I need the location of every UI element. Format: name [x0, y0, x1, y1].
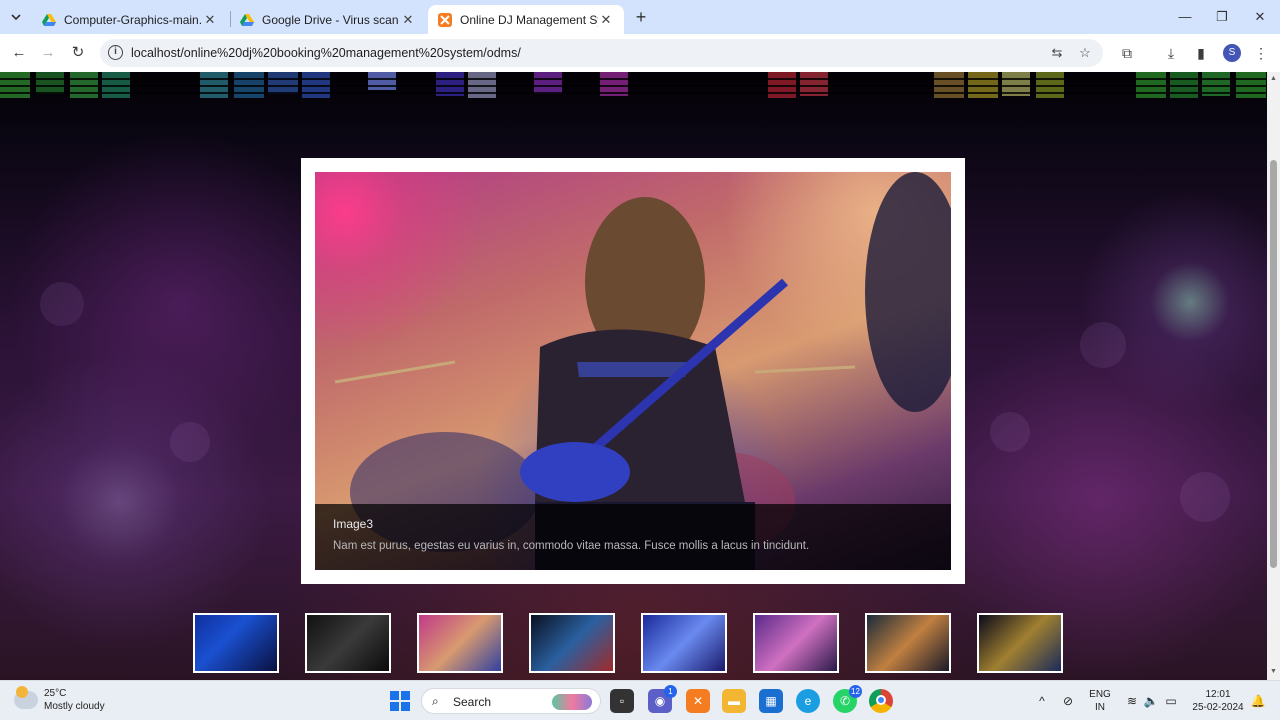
search-icon: ⌕ [432, 694, 439, 708]
download-icon[interactable]: ⤓ [1160, 42, 1182, 64]
clock[interactable]: 12:01 25-02-2024 [1188, 688, 1248, 714]
clock-time: 12:01 [1205, 689, 1231, 700]
clock-date: 25-02-2024 [1192, 702, 1244, 713]
task-view-icon[interactable]: ▫ [610, 689, 634, 713]
translate-icon[interactable]: ⇆ [1048, 44, 1066, 62]
restore-button[interactable]: ❐ [1207, 6, 1237, 28]
whatsapp-icon[interactable]: ✆ 12 [833, 685, 862, 713]
bokeh-light [170, 422, 210, 462]
thumbnail-1[interactable] [193, 613, 279, 673]
slide-caption: Image3 Nam est purus, egestas eu varius … [315, 504, 951, 570]
caption-title: Image3 [333, 517, 374, 531]
search-highlight-icon [552, 694, 592, 710]
cloudy-weather-icon [14, 686, 38, 709]
xampp-icon [438, 12, 452, 27]
browser-toolbar: ← → ↻ i localhost/online%20dj%20booking%… [0, 34, 1280, 72]
language-indicator[interactable]: ENG IN [1088, 688, 1112, 714]
thumbnail-8[interactable] [977, 613, 1063, 673]
taskbar-search[interactable]: ⌕ Search [421, 688, 601, 714]
language-code: ENG [1089, 689, 1111, 700]
thumbnail-4[interactable] [529, 613, 615, 673]
browser-tab-bar: Computer-Graphics-main.zip - G ✕ Google … [0, 0, 1280, 34]
thumbnail-6[interactable] [753, 613, 839, 673]
start-button[interactable] [388, 689, 412, 713]
microsoft-store-icon[interactable]: ▦ [759, 689, 783, 713]
volume-icon[interactable]: 🔈 [1143, 693, 1159, 709]
tab-title: Online DJ Management System [460, 12, 598, 27]
windows-logo-icon [390, 691, 410, 711]
google-drive-icon [42, 13, 56, 26]
tab-google-drive[interactable]: Google Drive - Virus scan warn ✕ [230, 5, 426, 34]
teams-badge: 1 [664, 685, 677, 698]
scroll-up-icon[interactable]: ▲ [1269, 75, 1278, 82]
google-drive-icon [240, 13, 254, 26]
close-tab-icon[interactable]: ✕ [598, 12, 614, 28]
edge-browser-icon[interactable]: e [796, 689, 820, 713]
minimize-button[interactable]: — [1170, 6, 1200, 28]
slider-frame: Image3 Nam est purus, egestas eu varius … [301, 158, 965, 584]
reload-button[interactable]: ↻ [67, 42, 89, 64]
network-alert-icon[interactable]: ⊘ [1060, 693, 1076, 709]
whatsapp-badge: 12 [849, 685, 862, 698]
bokeh-light [1180, 472, 1230, 522]
language-region: IN [1095, 702, 1105, 713]
scrollbar-thumb[interactable] [1270, 160, 1277, 568]
thumbnail-3[interactable] [417, 613, 503, 673]
back-button[interactable]: ← [8, 42, 30, 64]
new-tab-button[interactable]: + [630, 6, 652, 28]
tab-title: Google Drive - Virus scan warn [262, 12, 400, 27]
page-scrollbar[interactable]: ▲ ▼ [1267, 72, 1280, 680]
equalizer-decoration [0, 72, 1267, 98]
profile-avatar[interactable]: S [1223, 44, 1241, 62]
thumbnail-strip [193, 613, 1063, 675]
scroll-down-icon[interactable]: ▼ [1269, 668, 1278, 675]
weather-description: Mostly cloudy [44, 701, 105, 712]
thumbnail-2[interactable] [305, 613, 391, 673]
bokeh-light [1080, 322, 1126, 368]
windows-taskbar: 25°C Mostly cloudy ⌕ Search ▫ ◉ 1 ✕ ▬ ▦ e… [0, 680, 1280, 720]
slide-image-guitarist[interactable]: Image3 Nam est purus, egestas eu varius … [315, 172, 951, 570]
caption-text: Nam est purus, egestas eu varius in, com… [333, 540, 810, 552]
search-label: Search [453, 695, 492, 709]
thumbnail-7[interactable] [865, 613, 951, 673]
bokeh-light [40, 282, 84, 326]
chrome-icon[interactable] [869, 689, 893, 713]
bookmark-star-icon[interactable]: ☆ [1076, 44, 1094, 62]
site-info-icon[interactable]: i [108, 45, 123, 60]
teams-chat-icon[interactable]: ◉ 1 [648, 685, 677, 713]
close-tab-icon[interactable]: ✕ [202, 12, 218, 28]
page-viewport: Image3 Nam est purus, egestas eu varius … [0, 72, 1267, 680]
side-panel-icon[interactable]: ▮ [1190, 42, 1212, 64]
address-bar[interactable]: i localhost/online%20dj%20booking%20mana… [100, 39, 1103, 67]
close-tab-icon[interactable]: ✕ [400, 12, 416, 28]
file-explorer-icon[interactable]: ▬ [722, 689, 746, 713]
more-menu-icon[interactable]: ⋮ [1250, 42, 1272, 64]
bokeh-light [990, 412, 1030, 452]
wifi-icon[interactable]: ≋ [1124, 693, 1140, 709]
extensions-icon[interactable]: ⧉ [1116, 42, 1138, 64]
tab-search-button[interactable] [4, 5, 28, 29]
chevron-down-icon [11, 14, 21, 21]
tab-computer-graphics[interactable]: Computer-Graphics-main.zip - G ✕ [32, 5, 228, 34]
thumbnail-5[interactable] [641, 613, 727, 673]
weather-widget[interactable]: 25°C Mostly cloudy [14, 686, 105, 713]
tab-title: Computer-Graphics-main.zip - G [64, 12, 202, 27]
weather-temperature: 25°C [44, 688, 67, 699]
battery-icon[interactable]: ▭ [1163, 693, 1179, 709]
close-window-button[interactable]: ✕ [1245, 6, 1275, 28]
show-hidden-icons-chevron-icon[interactable]: ^ [1034, 693, 1050, 709]
forward-button[interactable]: → [37, 42, 59, 64]
xampp-taskbar-icon[interactable]: ✕ [686, 689, 710, 713]
notification-bell-icon[interactable]: 🔔 [1250, 693, 1266, 709]
tab-online-dj[interactable]: Online DJ Management System ✕ [428, 5, 624, 34]
url-text[interactable]: localhost/online%20dj%20booking%20manage… [131, 46, 521, 60]
